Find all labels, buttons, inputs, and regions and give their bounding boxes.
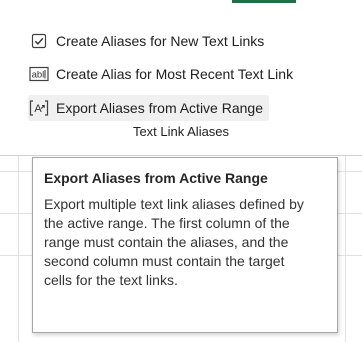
command-tooltip: Export Aliases from Active Range Export … xyxy=(32,157,338,333)
grid-line xyxy=(345,150,346,342)
active-tab-indicator xyxy=(232,0,296,3)
group-label: Text Link Aliases xyxy=(132,124,230,139)
command-label: Create Alias for Most Recent Text Link xyxy=(56,66,294,82)
export-aliases-from-active-range-button[interactable]: A Export Aliases from Active Range xyxy=(28,95,269,121)
ribbon-bottom-border xyxy=(0,155,362,156)
create-aliases-for-new-text-links-button[interactable]: Create Aliases for New Text Links xyxy=(28,28,264,54)
export-range-icon: A xyxy=(28,97,50,119)
ribbon-group-text-link-aliases: Create Aliases for New Text Links abl Cr… xyxy=(0,0,362,155)
command-label: Export Aliases from Active Range xyxy=(56,100,263,116)
create-alias-for-most-recent-text-link-button[interactable]: abl Create Alias for Most Recent Text Li… xyxy=(28,61,293,87)
letter-a-text: A xyxy=(34,103,42,115)
tooltip-description: Export multiple text link aliases define… xyxy=(44,196,304,288)
tooltip-title: Export Aliases from Active Range xyxy=(44,170,268,186)
abl-text: abl xyxy=(32,70,45,81)
checkbox-checked-icon xyxy=(28,30,50,52)
text-field-abl-icon: abl xyxy=(28,63,50,85)
grid-line xyxy=(18,150,19,342)
command-label: Create Aliases for New Text Links xyxy=(56,33,265,49)
